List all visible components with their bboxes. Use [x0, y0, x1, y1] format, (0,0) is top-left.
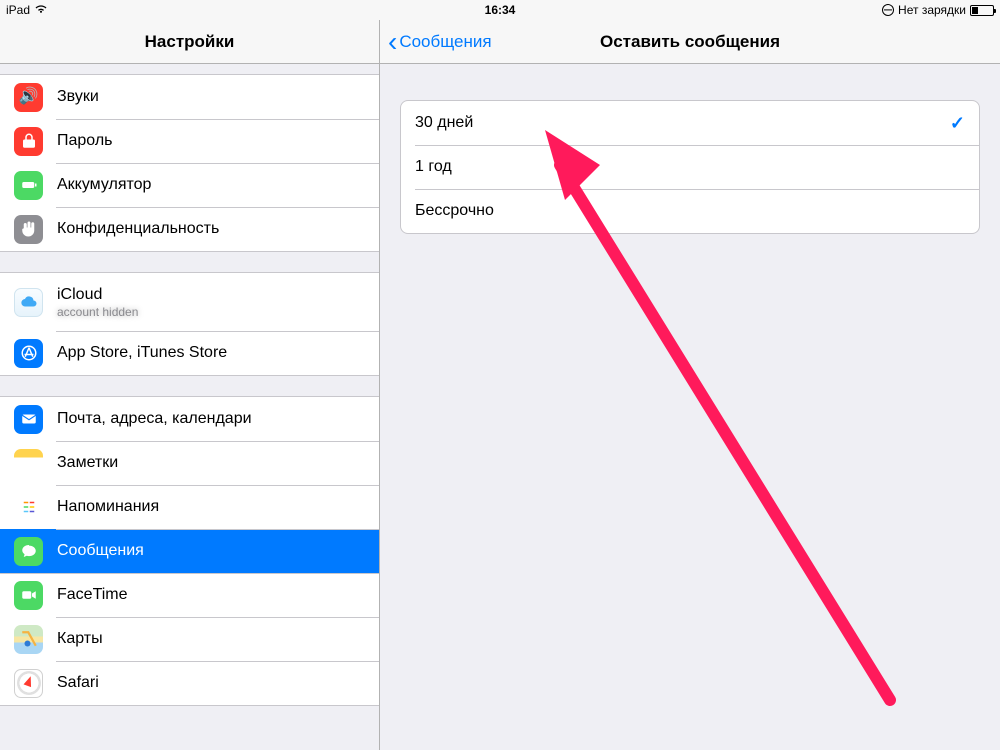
settings-sidebar: Настройки 🔊 Звуки Пароль: [0, 20, 380, 750]
detail-header: ‹ Сообщения Оставить сообщения: [380, 20, 1000, 64]
sidebar-item-label: Конфиденциальность: [57, 220, 219, 238]
not-charging-icon: [882, 4, 894, 16]
sidebar-item-label: Почта, адреса, календари: [57, 410, 252, 428]
facetime-icon: [14, 581, 43, 610]
sidebar-item-reminders[interactable]: Напоминания: [0, 485, 379, 529]
option-30-days[interactable]: 30 дней ✓: [401, 101, 979, 145]
option-label: 1 год: [415, 158, 452, 176]
status-bar: iPad 16:34 Нет зарядки: [0, 0, 1000, 20]
sounds-icon: 🔊: [14, 83, 43, 112]
back-label: Сообщения: [399, 32, 491, 52]
keep-messages-options: 30 дней ✓ 1 год Бессрочно: [400, 100, 980, 234]
settings-group-apps: Почта, адреса, календари Заметки Напомин…: [0, 396, 379, 706]
chevron-left-icon: ‹: [388, 28, 397, 56]
sidebar-item-battery[interactable]: Аккумулятор: [0, 163, 379, 207]
sidebar-item-label: Заметки: [57, 454, 118, 472]
sidebar-item-privacy[interactable]: Конфиденциальность: [0, 207, 379, 251]
sidebar-title: Настройки: [0, 20, 379, 64]
safari-icon: [14, 669, 43, 698]
status-time: 16:34: [485, 3, 516, 17]
sidebar-item-passcode[interactable]: Пароль: [0, 119, 379, 163]
messages-icon: [14, 537, 43, 566]
battery-icon: [970, 5, 994, 16]
option-label: 30 дней: [415, 114, 473, 132]
cloud-icon: [14, 288, 43, 317]
sidebar-item-label: iCloud: [57, 286, 138, 304]
sidebar-item-mail[interactable]: Почта, адреса, календари: [0, 397, 379, 441]
option-label: Бессрочно: [415, 202, 494, 220]
sidebar-item-label: Напоминания: [57, 498, 159, 516]
checkmark-icon: ✓: [950, 113, 965, 134]
appstore-icon: [14, 339, 43, 368]
detail-pane: ‹ Сообщения Оставить сообщения 30 дней ✓…: [380, 20, 1000, 750]
notes-icon: [14, 449, 43, 478]
wifi-icon: [34, 3, 48, 17]
sidebar-item-sounds[interactable]: 🔊 Звуки: [0, 75, 379, 119]
sidebar-item-messages[interactable]: Сообщения: [0, 529, 379, 573]
mail-icon: [14, 405, 43, 434]
sidebar-item-label: FaceTime: [57, 586, 128, 604]
option-forever[interactable]: Бессрочно: [401, 189, 979, 233]
sidebar-item-appstore[interactable]: App Store, iTunes Store: [0, 331, 379, 375]
detail-title: Оставить сообщения: [600, 32, 780, 52]
charge-status: Нет зарядки: [898, 3, 966, 17]
sidebar-item-label: Аккумулятор: [57, 176, 151, 194]
sidebar-item-label: Пароль: [57, 132, 113, 150]
sidebar-item-maps[interactable]: Карты: [0, 617, 379, 661]
icloud-account-sub: account hidden: [57, 305, 138, 319]
compass-icon: [17, 671, 41, 695]
sidebar-item-notes[interactable]: Заметки: [0, 441, 379, 485]
settings-group-general: 🔊 Звуки Пароль Аккумулятор: [0, 74, 379, 252]
sidebar-item-label: App Store, iTunes Store: [57, 344, 227, 362]
settings-group-accounts: iCloud account hidden App Store, iTunes …: [0, 272, 379, 376]
back-button[interactable]: ‹ Сообщения: [380, 28, 492, 56]
sidebar-item-label: Сообщения: [57, 542, 144, 560]
device-label: iPad: [6, 3, 30, 17]
maps-icon: [14, 625, 43, 654]
sidebar-item-facetime[interactable]: FaceTime: [0, 573, 379, 617]
sidebar-item-safari[interactable]: Safari: [0, 661, 379, 705]
sidebar-item-label: Карты: [57, 630, 103, 648]
battery-app-icon: [14, 171, 43, 200]
sidebar-item-label: Safari: [57, 674, 99, 692]
reminders-icon: [14, 493, 43, 522]
option-1-year[interactable]: 1 год: [401, 145, 979, 189]
hand-icon: [14, 215, 43, 244]
lock-icon: [14, 127, 43, 156]
sidebar-item-icloud[interactable]: iCloud account hidden: [0, 273, 379, 331]
sidebar-item-label: Звуки: [57, 88, 99, 106]
